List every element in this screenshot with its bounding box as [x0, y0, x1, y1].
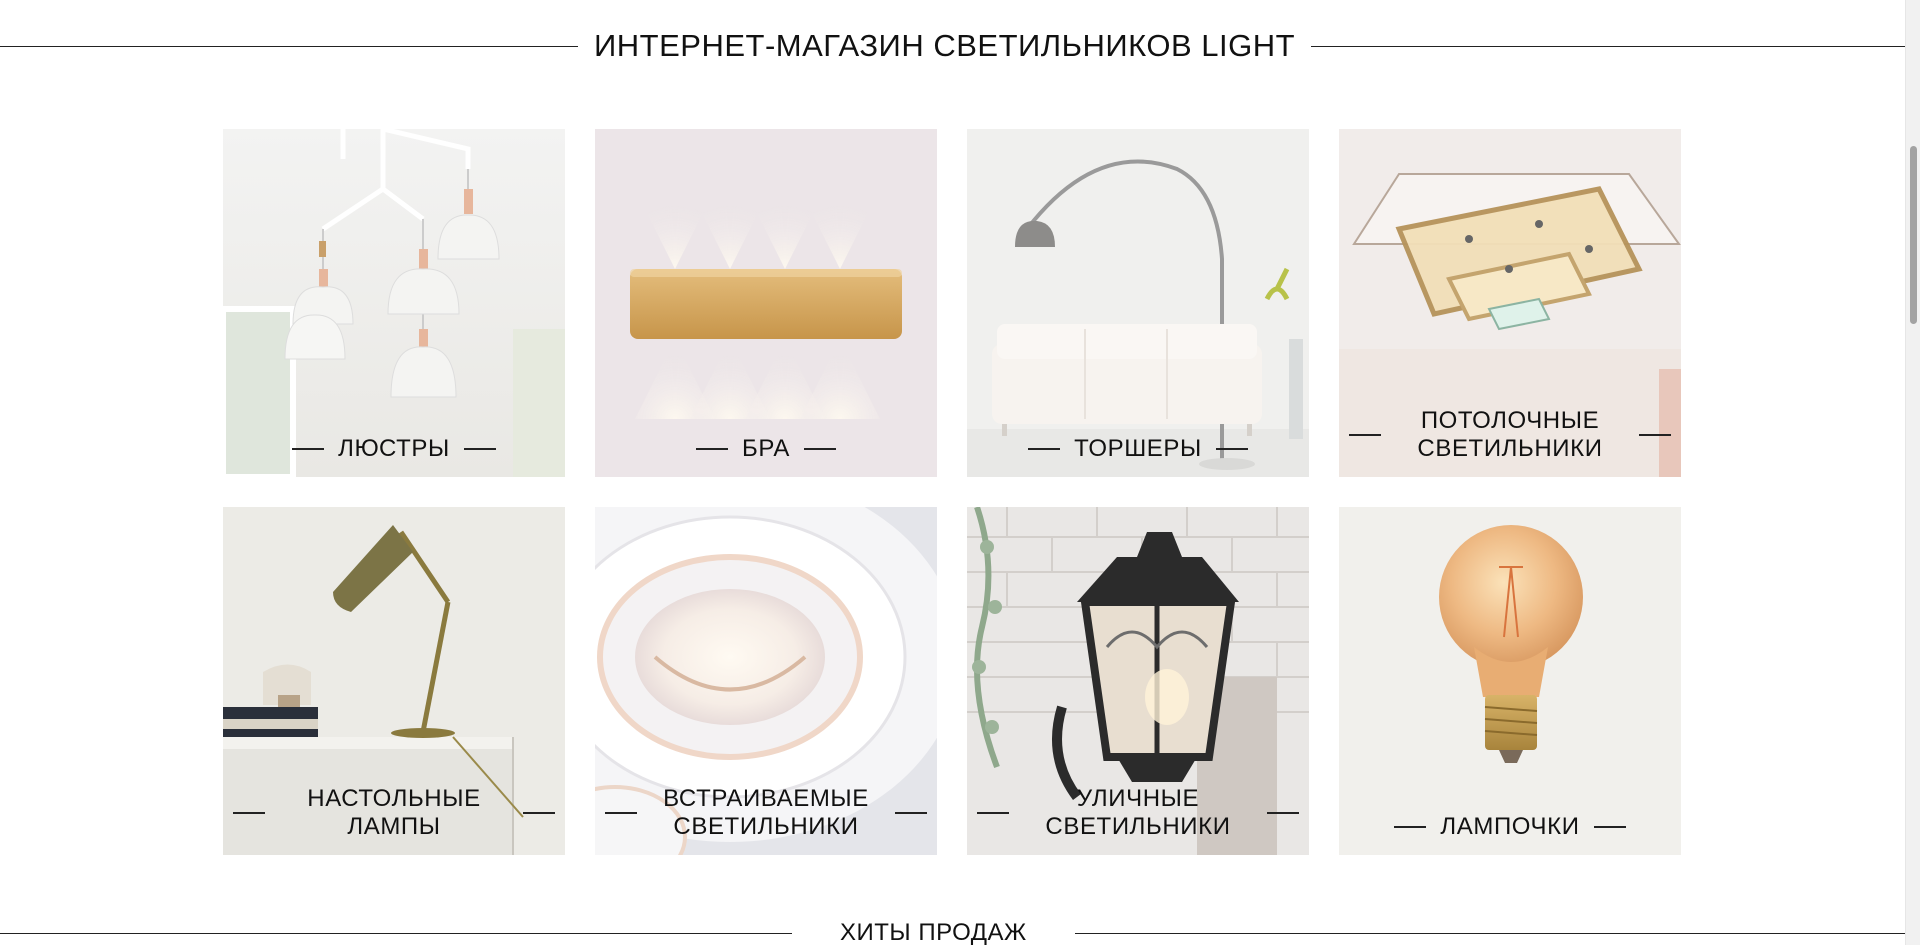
caption-dash-left — [605, 812, 637, 814]
category-card-light-bulbs[interactable]: ЛАМПОЧКИ — [1339, 507, 1681, 855]
caption-dash-left — [233, 812, 265, 814]
caption-dash-left — [1394, 826, 1427, 828]
caption-dash-left — [696, 448, 729, 450]
caption-dash-left — [977, 812, 1009, 814]
category-caption: НАСТОЛЬНЫЕ ЛАМПЫ — [223, 785, 565, 841]
caption-dash-right — [523, 812, 555, 814]
caption-dash-right — [1639, 434, 1671, 436]
category-caption: БРА — [595, 435, 937, 463]
page-title: ИНТЕРНЕТ-МАГАЗИН СВЕТИЛЬНИКОВ LIGHT — [594, 28, 1296, 63]
category-label: ВСТРАИВАЕМЫЕ СВЕТИЛЬНИКИ — [663, 785, 869, 840]
category-caption: УЛИЧНЫЕ СВЕТИЛЬНИКИ — [967, 785, 1309, 841]
caption-dash-left — [292, 448, 325, 450]
caption-dash-right — [463, 448, 496, 450]
category-caption: ЛЮСТРЫ — [223, 435, 565, 463]
category-caption: ТОРШЕРЫ — [967, 435, 1309, 463]
caption-dash-right — [803, 448, 836, 450]
category-caption: ЛАМПОЧКИ — [1339, 813, 1681, 841]
category-caption: ВСТРАИВАЕМЫЕ СВЕТИЛЬНИКИ — [595, 785, 937, 841]
page: ИНТЕРНЕТ-МАГАЗИН СВЕТИЛЬНИКОВ LIGHT ЛЮСТ… — [0, 0, 1920, 945]
category-card-floor-lamps[interactable]: ТОРШЕРЫ — [967, 129, 1309, 477]
caption-dash-left — [1349, 434, 1381, 436]
category-label: УЛИЧНЫЕ СВЕТИЛЬНИКИ — [1045, 785, 1231, 840]
category-card-chandeliers[interactable]: ЛЮСТРЫ — [223, 129, 565, 477]
heading-line-right — [1074, 932, 1905, 934]
category-card-ceiling-lights[interactable]: ПОТОЛОЧНЫЕ СВЕТИЛЬНИКИ — [1339, 129, 1681, 477]
vertical-scrollbar[interactable] — [1905, 0, 1920, 945]
category-label: ПОТОЛОЧНЫЕ СВЕТИЛЬНИКИ — [1417, 407, 1603, 462]
caption-dash-left — [1028, 448, 1061, 450]
heading-line-left — [0, 45, 578, 47]
page-heading: ИНТЕРНЕТ-МАГАЗИН СВЕТИЛЬНИКОВ LIGHT — [0, 24, 1905, 68]
heading-line-right — [1311, 45, 1905, 47]
section-title: ХИТЫ ПРОДАЖ — [840, 919, 1027, 945]
category-label: НАСТОЛЬНЫЕ ЛАМПЫ — [307, 785, 481, 840]
category-card-sconces[interactable]: БРА — [595, 129, 937, 477]
category-card-recessed-lights[interactable]: ВСТРАИВАЕМЫЕ СВЕТИЛЬНИКИ — [595, 507, 937, 855]
category-label: ТОРШЕРЫ — [1074, 435, 1202, 462]
caption-dash-right — [895, 812, 927, 814]
category-label: ЛЮСТРЫ — [338, 435, 450, 462]
category-caption: ПОТОЛОЧНЫЕ СВЕТИЛЬНИКИ — [1339, 407, 1681, 463]
category-card-outdoor-lights[interactable]: УЛИЧНЫЕ СВЕТИЛЬНИКИ — [967, 507, 1309, 855]
category-label: БРА — [742, 435, 790, 462]
category-card-desk-lamps[interactable]: НАСТОЛЬНЫЕ ЛАМПЫ — [223, 507, 565, 855]
wall-sconce-image — [595, 129, 937, 477]
caption-dash-right — [1215, 448, 1248, 450]
bestsellers-heading: ХИТЫ ПРОДАЖ — [0, 915, 1905, 945]
light-bulb-image — [1339, 507, 1681, 855]
scrollbar-thumb[interactable] — [1910, 146, 1917, 324]
category-grid: ЛЮСТРЫ БРА ТОРШЕРЫ ПОТОЛОЧНЫЕ СВЕТИЛЬНИК… — [223, 129, 1681, 855]
category-label: ЛАМПОЧКИ — [1440, 813, 1580, 840]
chandelier-image — [223, 129, 565, 477]
caption-dash-right — [1267, 812, 1299, 814]
heading-line-left — [0, 932, 792, 934]
caption-dash-right — [1593, 826, 1626, 828]
floor-lamp-image — [967, 129, 1309, 477]
